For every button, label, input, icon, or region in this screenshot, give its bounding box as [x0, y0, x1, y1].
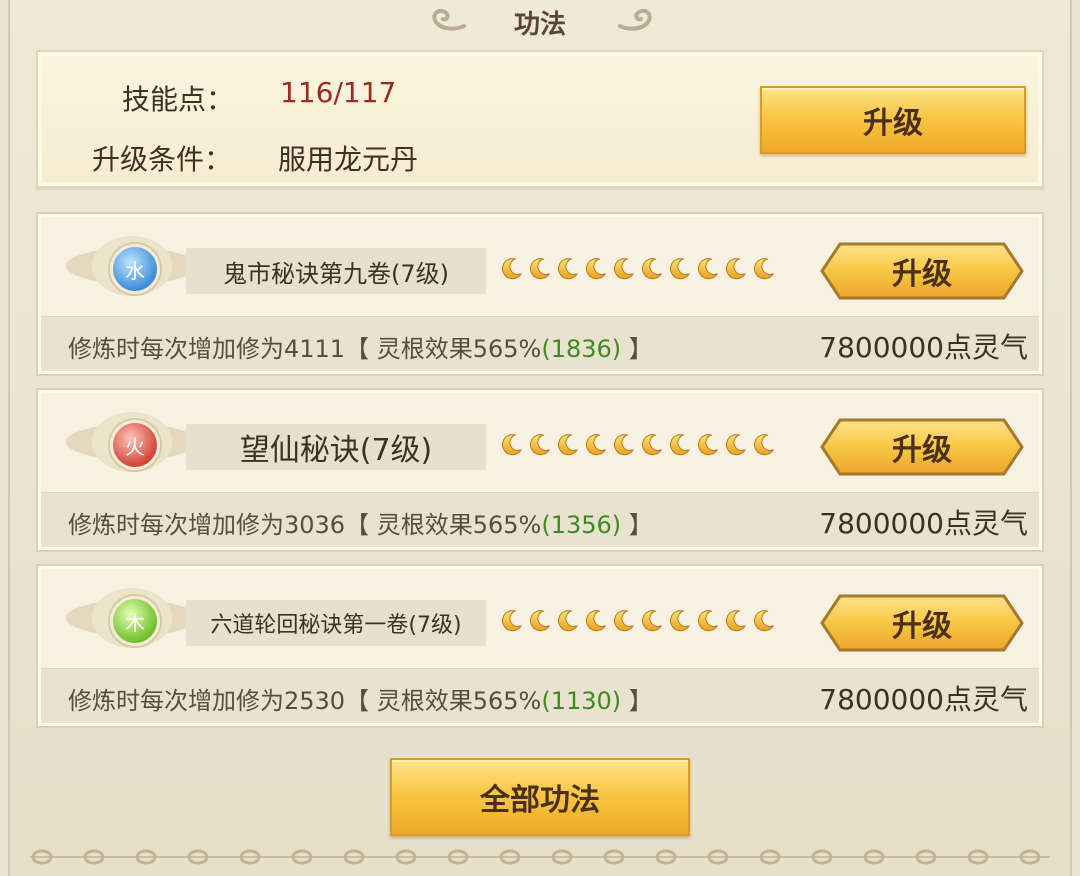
technique-upgrade-button[interactable]: 升级: [820, 242, 1024, 300]
crescent-moon-icon: [614, 258, 635, 280]
crescent-moon-icon: [558, 258, 579, 280]
crescent-moon-icon: [502, 610, 523, 632]
crescent-moon-icon: [558, 610, 579, 632]
technique-card: 火 望仙秘诀(7级) 升级 修炼时每次增加修为3036【 灵根效果565%(13…: [36, 388, 1044, 552]
technique-upgrade-button[interactable]: 升级: [820, 418, 1024, 476]
right-swirl-ornament-icon: [618, 8, 652, 31]
bonus-value: (1356): [541, 511, 622, 539]
crescent-moon-icon: [726, 610, 747, 632]
upgrade-condition-value: 服用龙元丹: [278, 143, 419, 176]
bottom-ornament-border: [30, 849, 1050, 865]
skill-point-value: 116/117: [280, 76, 397, 109]
crescent-moon-icon: [642, 434, 663, 456]
level-moons: [498, 256, 776, 282]
bonus-value: (1130): [541, 687, 622, 715]
crescent-moon-icon: [726, 258, 747, 280]
crescent-moon-icon: [586, 258, 607, 280]
technique-upgrade-label: 升级: [892, 609, 952, 644]
crescent-moon-icon: [670, 610, 691, 632]
crescent-moon-icon: [698, 258, 719, 280]
crescent-moon-icon: [754, 610, 775, 632]
technique-description: 修炼时每次增加修为2530【 灵根效果565%(1130) 】: [68, 687, 653, 715]
crescent-moon-icon: [530, 434, 551, 456]
level-moons: [498, 432, 776, 458]
element-emblem: 木: [60, 584, 200, 664]
technique-name: 鬼市秘诀第九卷(7级): [186, 248, 486, 294]
technique-upgrade-button[interactable]: 升级: [820, 594, 1024, 652]
bonus-value: (1836): [541, 335, 622, 363]
crescent-moon-icon: [698, 434, 719, 456]
skill-point-label: 技能点：: [122, 83, 235, 116]
upgrade-condition-label: 升级条件：: [92, 143, 233, 176]
crescent-moon-icon: [670, 258, 691, 280]
crescent-moon-icon: [614, 434, 635, 456]
technique-upgrade-label: 升级: [892, 257, 952, 292]
crescent-moon-icon: [586, 434, 607, 456]
upgrade-cost: 7800000点灵气: [819, 683, 1028, 716]
element-emblem: 水: [60, 232, 200, 312]
crescent-moon-icon: [530, 610, 551, 632]
technique-card: 水 鬼市秘诀第九卷(7级) 升级 修炼时每次增加修为4111【 灵根效果565%…: [36, 212, 1044, 376]
crescent-moon-icon: [614, 610, 635, 632]
crescent-moon-icon: [754, 258, 775, 280]
upgrade-cost: 7800000点灵气: [819, 507, 1028, 540]
wood-orb-icon: 木: [110, 596, 160, 646]
level-moons: [498, 608, 776, 634]
crescent-moon-icon: [754, 434, 775, 456]
element-emblem: 火: [60, 408, 200, 488]
technique-name: 望仙秘诀(7级): [186, 424, 486, 470]
technique-name: 六道轮回秘诀第一卷(7级): [186, 600, 486, 646]
crescent-moon-icon: [502, 258, 523, 280]
crescent-moon-icon: [586, 610, 607, 632]
crescent-moon-icon: [642, 258, 663, 280]
water-orb-icon: 水: [110, 244, 160, 294]
title-bar: 功法: [0, 0, 1080, 42]
technique-description: 修炼时每次增加修为3036【 灵根效果565%(1356) 】: [68, 511, 653, 539]
technique-upgrade-label: 升级: [892, 433, 952, 468]
crescent-moon-icon: [530, 258, 551, 280]
skill-upgrade-button[interactable]: 升级: [760, 86, 1026, 154]
crescent-moon-icon: [642, 610, 663, 632]
fire-orb-icon: 火: [110, 420, 160, 470]
skill-point-panel: 技能点： 116/117 升级条件： 服用龙元丹 升级: [36, 50, 1044, 188]
crescent-moon-icon: [558, 434, 579, 456]
all-techniques-button[interactable]: 全部功法: [390, 758, 690, 836]
crescent-moon-icon: [726, 434, 747, 456]
page-title: 功法: [513, 10, 566, 40]
technique-card: 木 六道轮回秘诀第一卷(7级) 升级 修炼时每次增加修为2530【 灵根效果56…: [36, 564, 1044, 728]
crescent-moon-icon: [698, 610, 719, 632]
upgrade-cost: 7800000点灵气: [819, 331, 1028, 364]
technique-description: 修炼时每次增加修为4111【 灵根效果565%(1836) 】: [68, 335, 653, 363]
crescent-moon-icon: [502, 434, 523, 456]
crescent-moon-icon: [670, 434, 691, 456]
